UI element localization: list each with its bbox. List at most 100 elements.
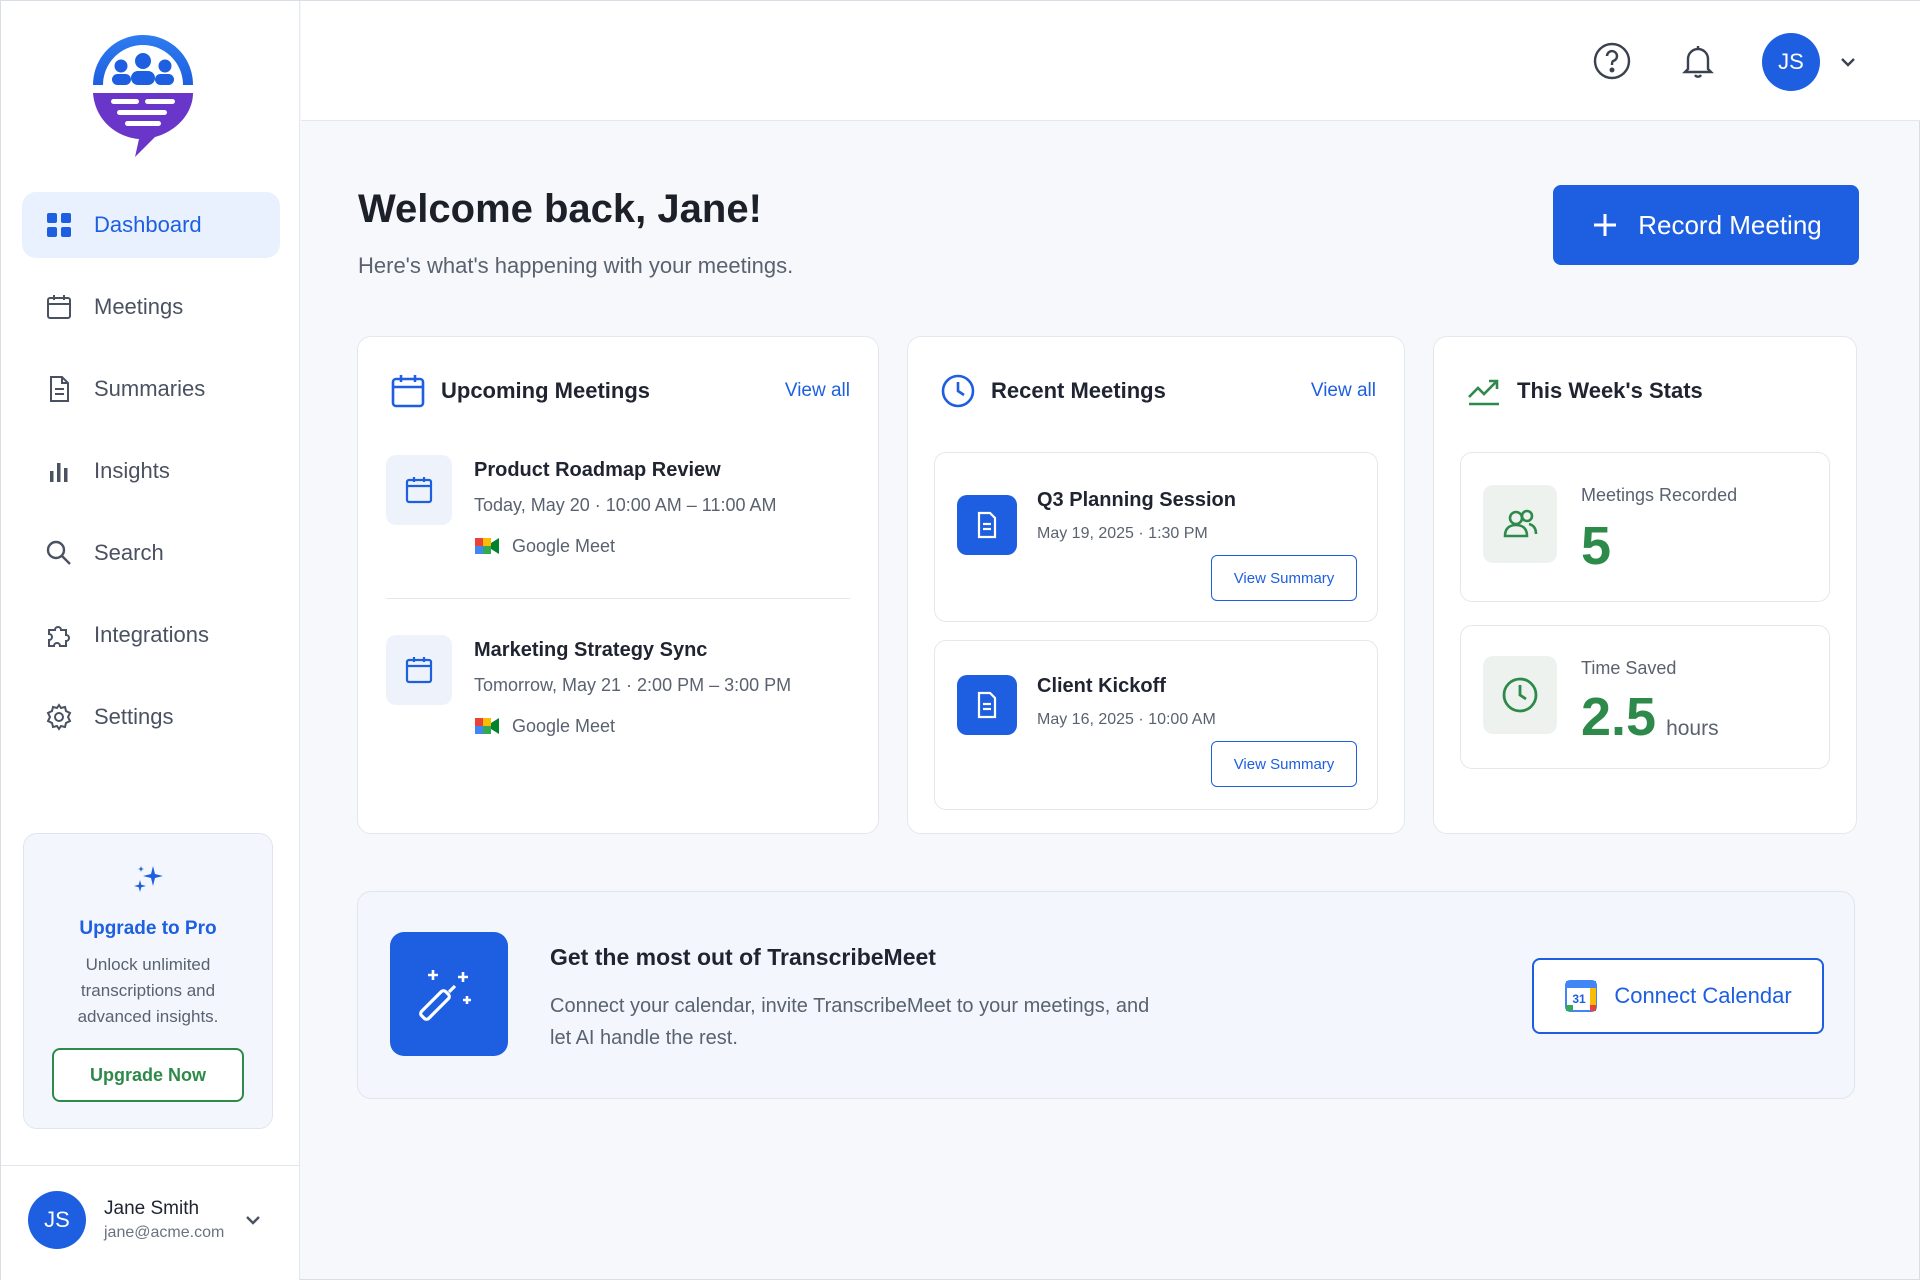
card-title: Recent Meetings xyxy=(991,378,1166,403)
meeting-title: Marketing Strategy Sync xyxy=(474,639,708,661)
gear-icon xyxy=(44,702,74,732)
banner-text: Connect your calendar, invite Transcribe… xyxy=(550,995,1150,1049)
user-name: Jane Smith xyxy=(104,1198,200,1219)
list-item[interactable]: Q3 Planning Session May 19, 2025 · 1:30 … xyxy=(934,452,1378,622)
user-menu[interactable]: JS Jane Smith jane@acme.com xyxy=(28,1189,278,1251)
plus-icon xyxy=(1594,214,1617,236)
stat-number: 2.5 xyxy=(1581,687,1657,747)
document-icon xyxy=(957,495,1017,555)
meeting-time: Today, May 20 · 10:00 AM – 11:00 AM xyxy=(474,495,777,515)
calendar-icon xyxy=(386,455,452,525)
meeting-platform: Google Meet xyxy=(474,535,615,557)
bell-icon[interactable] xyxy=(1678,41,1718,81)
page-subtitle: Here's what's happening with your meetin… xyxy=(358,253,794,278)
sidebar-item-settings[interactable]: Settings xyxy=(22,684,280,750)
stat-label: Time Saved xyxy=(1581,658,1677,678)
app-frame: Dashboard Meetings Summaries Insights Se… xyxy=(0,0,1920,1280)
stat-value: 2.5 hours xyxy=(1581,686,1719,748)
meeting-title: Q3 Planning Session xyxy=(1037,489,1236,511)
sidebar-item-integrations[interactable]: Integrations xyxy=(22,602,280,668)
top-bar: JS xyxy=(301,1,1920,121)
view-summary-button[interactable]: View Summary xyxy=(1211,741,1357,787)
magic-wand-icon xyxy=(390,932,508,1056)
app-logo[interactable] xyxy=(89,33,197,157)
document-icon xyxy=(44,374,74,404)
connect-calendar-label: Connect Calendar xyxy=(1614,983,1792,1008)
stat-label: Meetings Recorded xyxy=(1581,485,1738,505)
banner-title: Get the most out of TranscribeMeet xyxy=(550,944,936,970)
sidebar-item-label: Insights xyxy=(94,458,170,483)
sidebar-item-label: Meetings xyxy=(94,294,184,319)
stat-unit: hours xyxy=(1666,717,1719,740)
record-meeting-label: Record Meeting xyxy=(1638,209,1822,240)
platform-label: Google Meet xyxy=(512,715,616,736)
stat-time-saved: Time Saved 2.5 hours xyxy=(1460,625,1830,769)
meeting-platform: Google Meet xyxy=(474,715,615,737)
sidebar-item-label: Integrations xyxy=(94,622,209,647)
card-title: This Week's Stats xyxy=(1517,378,1703,403)
card-title: Upcoming Meetings xyxy=(441,378,651,403)
search-icon xyxy=(44,538,74,568)
sidebar-item-meetings[interactable]: Meetings xyxy=(22,274,280,340)
meeting-time: Tomorrow, May 21 · 2:00 PM – 3:00 PM xyxy=(474,675,792,695)
record-meeting-button[interactable]: Record Meeting xyxy=(1553,185,1859,265)
header-avatar[interactable]: JS xyxy=(1762,33,1820,91)
view-summary-button[interactable]: View Summary xyxy=(1211,555,1357,601)
calendar-icon xyxy=(44,292,74,322)
users-icon xyxy=(1483,485,1557,563)
meeting-meta: May 16, 2025 · 10:00 AM xyxy=(1037,711,1216,728)
calendar-icon xyxy=(391,375,425,408)
list-item[interactable]: Client Kickoff May 16, 2025 · 10:00 AM V… xyxy=(934,640,1378,810)
calendar-icon xyxy=(386,635,452,705)
puzzle-icon xyxy=(44,620,74,650)
document-icon xyxy=(957,675,1017,735)
view-all-link[interactable]: View all xyxy=(1311,380,1376,402)
sidebar-item-label: Search xyxy=(94,540,164,565)
page-title: Welcome back, Jane! xyxy=(358,187,762,231)
upgrade-title: Upgrade to Pro xyxy=(79,918,217,939)
upgrade-now-button[interactable]: Upgrade Now xyxy=(52,1048,244,1102)
platform-label: Google Meet xyxy=(512,535,616,556)
trending-up-icon xyxy=(1468,379,1499,406)
stat-meetings-recorded: Meetings Recorded 5 xyxy=(1460,452,1830,602)
sidebar-item-label: Dashboard xyxy=(94,212,202,237)
google-meet-icon xyxy=(475,718,499,734)
clock-icon xyxy=(1483,656,1557,734)
onboarding-banner: Get the most out of TranscribeMeet Conne… xyxy=(357,891,1855,1099)
avatar: JS xyxy=(28,1191,86,1249)
google-calendar-icon: 31 xyxy=(1565,980,1598,1012)
sidebar-item-search[interactable]: Search xyxy=(22,520,280,586)
sidebar: Dashboard Meetings Summaries Insights Se… xyxy=(1,1,300,1280)
divider xyxy=(386,598,850,599)
bar-chart-icon xyxy=(44,456,74,486)
sparkles-icon xyxy=(134,866,163,892)
upgrade-card: Upgrade to Pro Unlock unlimited transcri… xyxy=(23,833,273,1129)
calendar-day-number: 31 xyxy=(1573,992,1587,1006)
connect-calendar-button[interactable]: 31 Connect Calendar xyxy=(1532,958,1824,1034)
sidebar-item-summaries[interactable]: Summaries xyxy=(22,356,280,422)
sidebar-item-label: Summaries xyxy=(94,376,206,401)
list-item[interactable]: Product Roadmap Review Today, May 20 · 1… xyxy=(386,455,850,585)
weekly-stats-card: This Week's Stats Meetings Recorded 5 Ti… xyxy=(1433,336,1857,834)
recent-meetings-card: Recent Meetings View all Q3 Planning Ses… xyxy=(907,336,1405,834)
chevron-down-icon[interactable] xyxy=(242,1209,264,1231)
sidebar-item-dashboard[interactable]: Dashboard xyxy=(22,192,280,258)
meeting-title: Client Kickoff xyxy=(1037,675,1166,697)
user-email: jane@acme.com xyxy=(104,1224,225,1241)
upgrade-text: Unlock unlimited transcriptions and adva… xyxy=(77,955,219,1026)
stat-value: 5 xyxy=(1581,515,1611,577)
clock-icon xyxy=(941,374,975,408)
chevron-down-icon[interactable] xyxy=(1837,51,1859,73)
upcoming-meetings-card: Upcoming Meetings View all Product Roadm… xyxy=(357,336,879,834)
dashboard-icon xyxy=(44,210,74,240)
sidebar-item-insights[interactable]: Insights xyxy=(22,438,280,504)
meeting-meta: May 19, 2025 · 1:30 PM xyxy=(1037,525,1208,542)
sidebar-divider xyxy=(1,1165,300,1166)
google-meet-icon xyxy=(475,538,499,554)
help-icon[interactable] xyxy=(1592,41,1632,81)
stat-number: 5 xyxy=(1581,516,1612,576)
view-all-link[interactable]: View all xyxy=(785,380,850,402)
list-item[interactable]: Marketing Strategy Sync Tomorrow, May 21… xyxy=(386,635,850,765)
meeting-title: Product Roadmap Review xyxy=(474,459,721,481)
sidebar-nav: Dashboard Meetings Summaries Insights Se… xyxy=(22,192,280,766)
